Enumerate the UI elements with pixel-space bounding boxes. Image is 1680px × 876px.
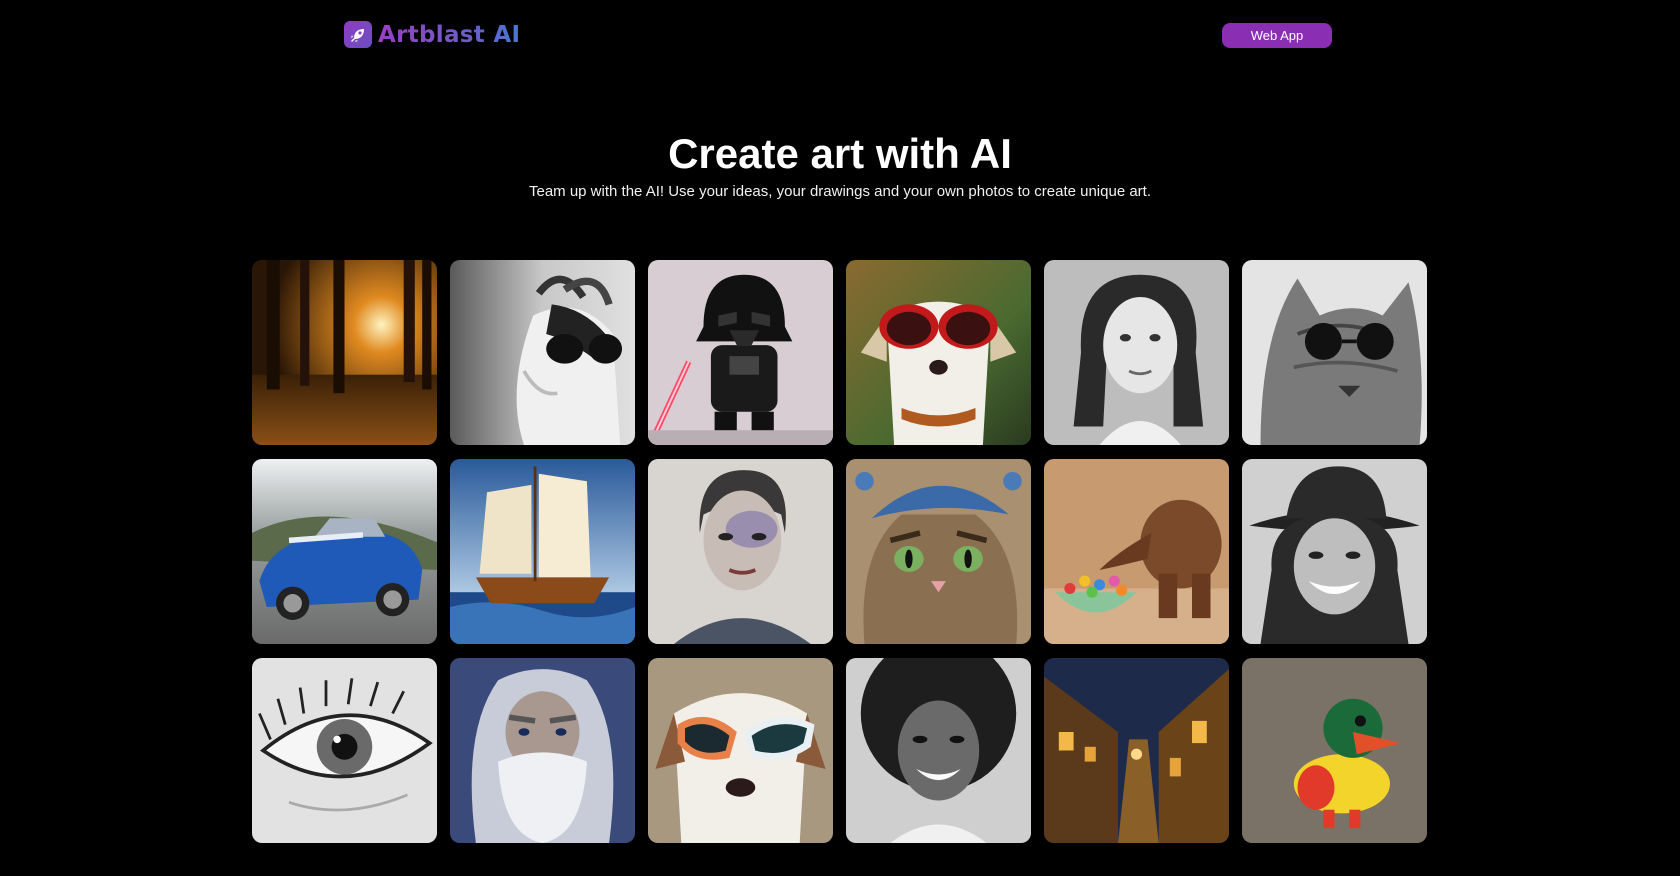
forest-sunset-image[interactable] (252, 260, 437, 445)
artblast-logo[interactable]: Artblast AI (344, 21, 520, 48)
woman-portrait-image[interactable] (1044, 260, 1229, 445)
cat-blue-hat-image[interactable] (846, 459, 1031, 644)
dog-red-sunglasses-image[interactable] (846, 260, 1031, 445)
darth-vader-figure-image[interactable] (648, 260, 833, 445)
logo-text: Artblast AI (378, 21, 521, 48)
sailing-ship-image[interactable] (450, 459, 635, 644)
art-gallery-grid (252, 260, 1428, 843)
puppy-sunglasses-image[interactable] (648, 658, 833, 843)
artblast-landing-page: Artblast AI Web App Create art with AI T… (0, 0, 1680, 876)
rubber-duck-image[interactable] (1242, 658, 1427, 843)
cat-sunglasses-image[interactable] (1242, 260, 1427, 445)
eye-closeup-image[interactable] (252, 658, 437, 843)
web-app-button[interactable]: Web App (1222, 23, 1332, 48)
night-street-image[interactable] (1044, 658, 1229, 843)
hero-subtitle: Team up with the AI! Use your ideas, you… (528, 183, 1152, 200)
rocket-icon (344, 21, 372, 48)
woman-afro-portrait-image[interactable] (846, 658, 1031, 843)
woman-hat-smiling-image[interactable] (1242, 459, 1427, 644)
wooden-elephant-candy-image[interactable] (1044, 459, 1229, 644)
painted-girl-image[interactable] (648, 459, 833, 644)
old-wizard-image[interactable] (450, 658, 635, 843)
goat-sunglasses-image[interactable] (450, 260, 635, 445)
hero-title: Create art with AI (668, 130, 1012, 177)
blue-sports-car-image[interactable] (252, 459, 437, 644)
